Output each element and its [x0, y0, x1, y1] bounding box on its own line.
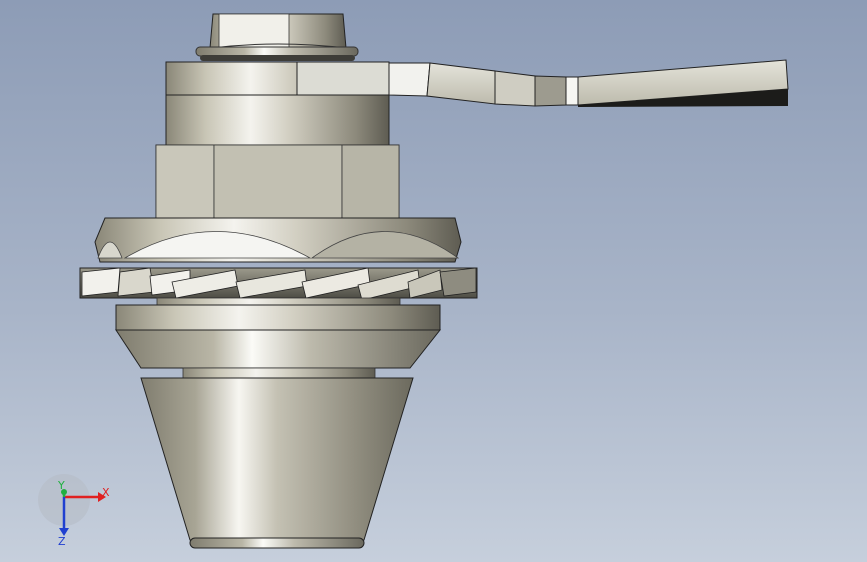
- lower-hex-nut[interactable]: [94, 217, 462, 263]
- graphics-viewport[interactable]: X Y Z: [0, 0, 867, 562]
- z-axis-label: Z: [58, 535, 66, 548]
- conical-base[interactable]: [140, 377, 414, 549]
- part-model[interactable]: [0, 0, 867, 562]
- coordinate-triad: [38, 474, 106, 536]
- x-axis-label: X: [102, 486, 110, 499]
- flange-collar[interactable]: [115, 297, 442, 381]
- y-axis-label: Y: [58, 479, 65, 492]
- hex-body[interactable]: [155, 144, 400, 221]
- lock-washer[interactable]: [79, 267, 478, 301]
- top-hex-nut[interactable]: [195, 13, 359, 61]
